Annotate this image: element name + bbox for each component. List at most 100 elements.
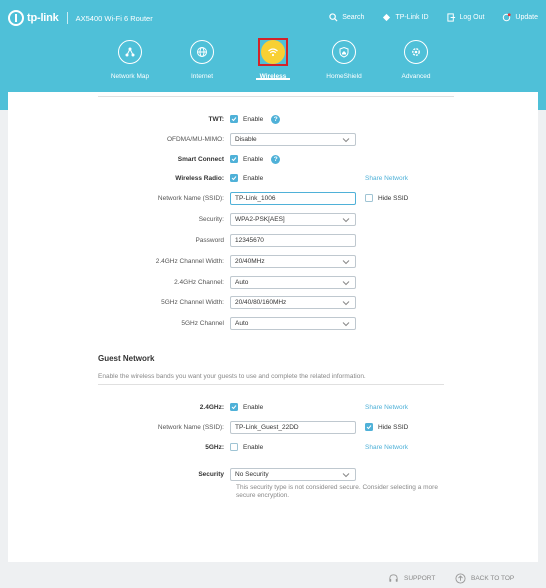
ssid-value: TP-Link_1006 (235, 194, 276, 202)
guest-5-row: 5GHz: Enable Share Network (8, 440, 538, 454)
guest-security-row: Security No Security (8, 467, 538, 481)
twt-help-icon[interactable]: ? (271, 114, 281, 124)
ssid-label: Network Name (SSID): (157, 194, 224, 202)
wireless-radio-row: Wireless Radio: Enable Share Network (8, 171, 538, 185)
security-label: Security: (198, 215, 224, 223)
channel-width-5-select[interactable]: 20/40/80/160MHz (230, 295, 356, 309)
support-link[interactable]: SUPPORT (388, 573, 435, 584)
update-icon (503, 13, 512, 22)
security-warning-note: This security type is not considered sec… (236, 484, 438, 499)
logout-link-label: Log Out (459, 14, 485, 21)
hide-ssid-checkbox[interactable] (365, 194, 373, 202)
update-link[interactable]: Update (502, 13, 538, 22)
nav-internet[interactable]: Internet (167, 40, 237, 80)
nav-advanced[interactable]: Advanced (381, 40, 451, 80)
guest-network-title: Guest Network (98, 354, 155, 363)
twt-checkbox-label: Enable (243, 115, 264, 123)
share-network-link[interactable]: Share Network (365, 175, 408, 182)
ssid-row: Network Name (SSID): TP-Link_1006 Hide S… (8, 191, 538, 205)
tplink-id-link-label: TP-Link ID (395, 14, 429, 21)
ofdma-select[interactable]: Disable (230, 132, 356, 146)
guest-ssid-input[interactable]: TP-Link_Guest_22DD (230, 420, 356, 434)
channel-width-24-select[interactable]: 20/40MHz (230, 254, 356, 268)
chevron-down-icon (342, 472, 350, 477)
guest-hide-ssid-checkbox[interactable] (365, 423, 373, 431)
channel-24-label: 2.4GHz Channel: (174, 278, 224, 286)
guest-24-row: 2.4GHz: Enable Share Network (8, 400, 538, 414)
channel-width-24-value: 20/40MHz (235, 257, 265, 265)
nav-network-map[interactable]: Network Map (95, 40, 165, 80)
back-to-top-link[interactable]: BACK TO TOP (455, 573, 514, 584)
channel-width-5-value: 20/40/80/160MHz (235, 298, 287, 306)
highlight-frame (258, 38, 288, 66)
user-id-icon (383, 13, 391, 22)
logout-icon (446, 13, 455, 22)
twt-row: TWT: Enable ? (8, 112, 538, 126)
guest-5-label: 5GHz: (205, 443, 224, 451)
guest-24-checkbox-label: Enable (243, 403, 264, 411)
tplink-id-link[interactable]: TP-Link ID (382, 13, 429, 22)
divider (98, 384, 444, 385)
channel-24-select[interactable]: Auto (230, 275, 356, 289)
gear-icon (404, 40, 428, 64)
chevron-down-icon (342, 137, 350, 142)
guest-hide-ssid-label: Hide SSID (378, 423, 409, 431)
chevron-down-icon (342, 259, 350, 264)
guest-24-checkbox[interactable] (230, 403, 238, 411)
main-nav: Network Map Internet Wireless HomeShield (0, 38, 546, 86)
chevron-down-icon (342, 280, 350, 285)
smart-connect-checkbox[interactable] (230, 155, 238, 163)
guest-security-label: Security (198, 470, 224, 478)
channel-5-label: 5GHz Channel (181, 319, 224, 327)
update-link-label: Update (515, 14, 538, 21)
guest-share-network-link[interactable]: Share Network (365, 404, 408, 411)
ofdma-label: OFDMA/MU-MIMO: (166, 135, 224, 143)
brand-logo[interactable]: tp-link AX5400 Wi-Fi 6 Router (8, 10, 153, 26)
guest-hide-ssid-option: Hide SSID (365, 423, 408, 431)
guest-ssid-label: Network Name (SSID): (157, 423, 224, 431)
guest-5-checkbox[interactable] (230, 443, 238, 451)
channel-5-value: Auto (235, 319, 249, 327)
guest-24-label: 2.4GHz: (199, 403, 224, 411)
brand-name: tp-link (27, 12, 59, 24)
smart-connect-checkbox-label: Enable (243, 155, 264, 163)
nav-homeshield-label: HomeShield (326, 73, 362, 80)
channel-5-row: 5GHz Channel Auto (8, 316, 538, 330)
globe-icon (190, 40, 214, 64)
wireless-radio-checkbox[interactable] (230, 174, 238, 182)
security-row: Security: WPA2-PSK[AES] (8, 212, 538, 226)
guest-ssid-value: TP-Link_Guest_22DD (235, 423, 299, 431)
channel-width-24-row: 2.4GHz Channel Width: 20/40MHz (8, 254, 538, 268)
ssid-input[interactable]: TP-Link_1006 (230, 191, 356, 205)
top-links: Search TP-Link ID Log Out Update (329, 13, 538, 22)
search-link[interactable]: Search (329, 13, 364, 22)
channel-width-5-row: 5GHz Channel Width: 20/40/80/160MHz (8, 295, 538, 309)
nav-wireless[interactable]: Wireless (238, 38, 308, 80)
nav-network-map-label: Network Map (110, 73, 150, 80)
twt-checkbox[interactable] (230, 115, 238, 123)
logo-divider (66, 12, 68, 24)
hide-ssid-option: Hide SSID (365, 194, 408, 202)
guest-5-share-network-link[interactable]: Share Network (365, 444, 408, 451)
guest-network-description: Enable the wireless bands you want your … (98, 373, 366, 380)
active-tab-underline (256, 78, 290, 80)
network-map-icon (118, 40, 142, 64)
chevron-down-icon (342, 300, 350, 305)
logout-link[interactable]: Log Out (446, 13, 485, 22)
password-input[interactable]: 12345670 (230, 233, 356, 247)
security-select[interactable]: WPA2-PSK[AES] (230, 212, 356, 226)
channel-width-5-label: 5GHz Channel Width: (161, 298, 224, 306)
smart-connect-label: Smart Connect (177, 155, 224, 163)
nav-advanced-label: Advanced (401, 73, 431, 80)
channel-5-select[interactable]: Auto (230, 316, 356, 330)
chevron-down-icon (342, 217, 350, 222)
content-panel: TWT: Enable ? OFDMA/MU-MIMO: Disable Sma… (8, 92, 538, 562)
smart-connect-help-icon[interactable]: ? (271, 154, 281, 164)
guest-security-value: No Security (235, 470, 269, 478)
channel-24-row: 2.4GHz Channel: Auto (8, 275, 538, 289)
router-model: AX5400 Wi-Fi 6 Router (75, 13, 153, 23)
search-link-label: Search (342, 14, 365, 21)
guest-security-select[interactable]: No Security (230, 467, 356, 481)
nav-homeshield[interactable]: HomeShield (309, 40, 379, 80)
ofdma-value: Disable (235, 135, 257, 143)
